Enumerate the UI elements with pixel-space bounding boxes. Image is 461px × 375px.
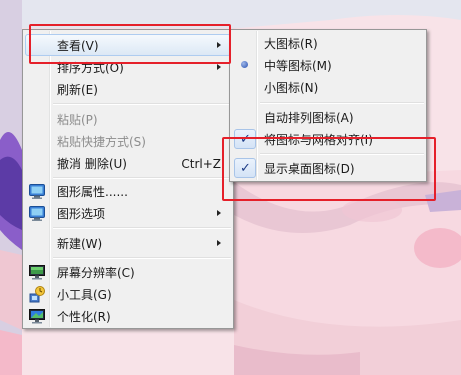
submenu-arrow-icon (217, 210, 221, 216)
submenu-item-small-icons[interactable]: 小图标(N) (232, 76, 424, 98)
menu-item-screen-resolution-label: 屏幕分辨率(C) (57, 266, 135, 280)
graphics-properties-icon (29, 184, 45, 199)
annotation-box-view (29, 24, 231, 64)
menu-item-gadgets[interactable]: 小工具(G) (25, 283, 231, 305)
menu-separator (53, 103, 231, 105)
menu-item-paste: 粘贴(P) (25, 108, 231, 130)
menu-item-new-label: 新建(W) (57, 237, 103, 251)
submenu-item-large-icons[interactable]: 大图标(R) (232, 32, 424, 54)
menu-item-paste-label: 粘贴(P) (57, 113, 98, 127)
graphics-options-icon (29, 206, 45, 221)
submenu-item-small-icons-label: 小图标(N) (264, 81, 319, 95)
menu-item-new[interactable]: 新建(W) (25, 232, 231, 254)
radio-dot-icon (241, 61, 248, 68)
menu-item-refresh-label: 刷新(E) (57, 83, 98, 97)
menu-separator (53, 257, 231, 259)
menu-item-graphics-options-label: 图形选项 (57, 207, 106, 221)
submenu-arrow-icon (217, 64, 221, 70)
menu-item-paste-shortcut: 粘贴快捷方式(S) (25, 130, 231, 152)
desktop-context-menu: 查看(V) 排序方式(O) 刷新(E) 粘贴(P) 粘贴快捷方式(S) 撤消 删… (22, 29, 234, 329)
submenu-arrow-icon (217, 240, 221, 246)
submenu-item-auto-arrange-label: 自动排列图标(A) (264, 111, 354, 125)
menu-item-graphics-properties-label: 图形属性...... (57, 185, 128, 199)
menu-item-undo-delete[interactable]: 撤消 删除(U) Ctrl+Z (25, 152, 231, 174)
annotation-box-show-desktop-icons (222, 137, 436, 201)
submenu-item-medium-icons-label: 中等图标(M) (264, 59, 332, 73)
menu-separator (260, 102, 424, 104)
menu-item-graphics-properties[interactable]: 图形属性...... (25, 180, 231, 202)
submenu-item-large-icons-label: 大图标(R) (264, 37, 318, 51)
menu-item-paste-shortcut-label: 粘贴快捷方式(S) (57, 135, 146, 149)
menu-item-gadgets-label: 小工具(G) (57, 288, 112, 302)
menu-item-screen-resolution[interactable]: 屏幕分辨率(C) (25, 261, 231, 283)
screen-resolution-icon (29, 265, 45, 280)
submenu-item-medium-icons[interactable]: 中等图标(M) (232, 54, 424, 76)
menu-separator (53, 177, 231, 179)
shortcut-text: Ctrl+Z (181, 157, 221, 171)
menu-separator (53, 227, 231, 229)
menu-item-personalize-label: 个性化(R) (57, 310, 111, 324)
personalize-icon (29, 309, 45, 324)
menu-item-graphics-options[interactable]: 图形选项 (25, 202, 231, 224)
gadgets-icon (29, 286, 45, 303)
submenu-item-auto-arrange[interactable]: 自动排列图标(A) (232, 106, 424, 128)
menu-item-personalize[interactable]: 个性化(R) (25, 305, 231, 327)
menu-item-undo-delete-label: 撤消 删除(U) (57, 157, 127, 171)
menu-item-refresh[interactable]: 刷新(E) (25, 78, 231, 100)
